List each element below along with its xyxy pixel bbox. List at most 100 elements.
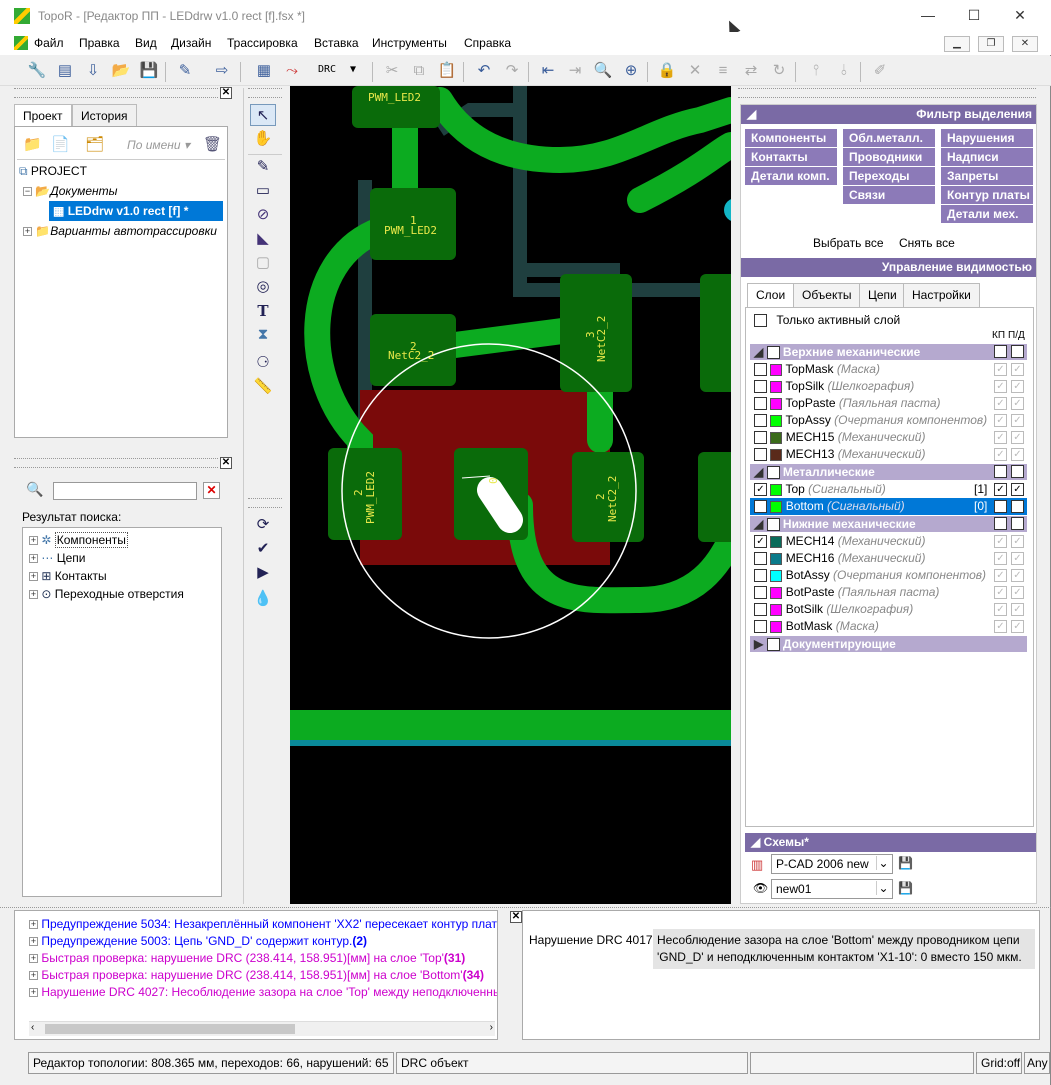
circle-shapes-icon[interactable]: ◎: [250, 276, 276, 298]
layer-row[interactable]: TopMask (Маска) ✓ ✓: [750, 361, 1027, 378]
filter-mech-details[interactable]: Детали мех.: [941, 205, 1033, 223]
layer-kp-checkbox[interactable]: ✓: [994, 380, 1007, 393]
redo-icon[interactable]: ↷: [501, 60, 523, 82]
filter-wires[interactable]: Проводники: [843, 148, 935, 166]
message-row[interactable]: + Предупреждение 5003: Цепь 'GND_D' соде…: [29, 933, 497, 950]
layer-pd-checkbox[interactable]: ✓: [1011, 586, 1024, 599]
only-active-checkbox[interactable]: [754, 314, 767, 328]
layer-visible-checkbox[interactable]: [754, 586, 767, 600]
layer-kp-checkbox[interactable]: ✓: [994, 448, 1007, 461]
pan-hand-icon[interactable]: ✋: [250, 128, 276, 150]
layer-pd-checkbox[interactable]: ✓: [1011, 483, 1024, 496]
layer-pd-checkbox[interactable]: ✓: [1011, 397, 1024, 410]
layer-pd-checkbox[interactable]: ✓: [1011, 380, 1024, 393]
layer-visible-checkbox[interactable]: ✓: [754, 500, 767, 514]
layer-color-swatch[interactable]: [770, 483, 783, 496]
layer-pd-checkbox[interactable]: ✓: [1011, 603, 1024, 616]
mdi-close-button[interactable]: ✕: [1012, 36, 1038, 52]
search-input[interactable]: [53, 482, 197, 500]
wrench-icon[interactable]: 🔧: [26, 60, 48, 82]
close-detail-button[interactable]: ✕: [510, 911, 522, 923]
open-folder-icon[interactable]: 📂: [110, 60, 132, 82]
collapse-icon[interactable]: −: [23, 187, 32, 197]
expand-icon[interactable]: +: [23, 227, 32, 237]
layer-color-swatch[interactable]: [770, 397, 783, 410]
close-panel-button[interactable]: ✕: [220, 457, 232, 469]
layer-visible-checkbox[interactable]: [754, 448, 767, 462]
route-icon[interactable]: ⤳: [281, 60, 303, 82]
close-button[interactable]: ✕: [997, 0, 1043, 32]
layer-kp-checkbox[interactable]: ✓: [994, 414, 1007, 427]
collapse-triangle-icon[interactable]: ◢: [754, 517, 763, 531]
paste-icon[interactable]: 📋: [436, 60, 458, 82]
layer-kp-checkbox[interactable]: ✓: [994, 363, 1007, 376]
add-doc-icon[interactable]: 📄: [51, 135, 70, 153]
layer-kp-checkbox[interactable]: ✓: [994, 569, 1007, 582]
layer-color-swatch[interactable]: [770, 500, 783, 513]
filter-violations[interactable]: Нарушения: [941, 129, 1033, 147]
tab-settings[interactable]: Настройки: [903, 283, 980, 307]
rotate-icon[interactable]: ↻: [768, 60, 790, 82]
result-pins[interactable]: + ⊞ Контакты: [29, 566, 107, 586]
tree-root[interactable]: ⧉ PROJECT: [19, 161, 225, 181]
layer-visible-checkbox[interactable]: [754, 569, 767, 583]
layer-pd-checkbox[interactable]: ✓: [1011, 448, 1024, 461]
expand-icon[interactable]: +: [29, 971, 38, 981]
filter-pins[interactable]: Контакты: [745, 148, 837, 166]
clear-search-button[interactable]: ✕: [203, 482, 220, 499]
properties-icon[interactable]: 🗂: [85, 135, 104, 153]
layer-color-swatch[interactable]: [770, 414, 783, 427]
tab-nets[interactable]: Цепи: [859, 283, 906, 307]
layer-row[interactable]: BotPaste (Паяльная паста) ✓ ✓: [750, 584, 1027, 601]
layer-row[interactable]: BotMask (Маска) ✓ ✓: [750, 618, 1027, 635]
expand-icon[interactable]: +: [29, 536, 38, 546]
lock-icon[interactable]: 🔒: [656, 60, 678, 82]
status-any[interactable]: Any: [1024, 1052, 1050, 1074]
layer-kp-checkbox[interactable]: ✓: [994, 603, 1007, 616]
zoom-fit-icon[interactable]: ⊕: [620, 60, 642, 82]
layer-visible-checkbox[interactable]: [754, 397, 767, 411]
layer-kp-checkbox[interactable]: ✓: [994, 535, 1007, 548]
prohibit-icon[interactable]: ⊘: [250, 204, 276, 226]
filter-board-outline[interactable]: Контур платы: [941, 186, 1033, 204]
message-row[interactable]: + Быстрая проверка: нарушение DRC (238.4…: [29, 950, 497, 967]
layer-pd-checkbox[interactable]: ✓: [1011, 363, 1024, 376]
group-checkbox[interactable]: ✓: [766, 346, 780, 360]
scheme-select-2[interactable]: new01 ⌄: [771, 879, 893, 899]
rectangle-icon[interactable]: ▭: [250, 180, 276, 202]
flip-icon[interactable]: ⇄: [740, 60, 762, 82]
sort-dropdown[interactable]: По имени ▾: [127, 138, 190, 152]
select-all-button[interactable]: Выбрать все: [813, 236, 884, 250]
scroll-right-icon[interactable]: ›: [490, 1022, 493, 1033]
expand-icon[interactable]: +: [29, 554, 38, 564]
menu-routing[interactable]: Трассировка: [227, 36, 298, 50]
filter-labels[interactable]: Надписи: [941, 148, 1033, 166]
group-checkbox[interactable]: ✓: [766, 638, 780, 652]
expand-icon[interactable]: +: [29, 937, 38, 947]
only-active-layer-row[interactable]: Только активный слой: [754, 312, 900, 329]
import-icon[interactable]: ⇩: [82, 60, 104, 82]
zoom-next-icon[interactable]: ⇥: [564, 60, 586, 82]
layer-color-swatch[interactable]: [770, 380, 783, 393]
layer-color-swatch[interactable]: [770, 603, 783, 616]
pcb-canvas[interactable]: PWM_LED2 1 PWM_LED2 2 NetC2_2 3 NetC2_2 …: [290, 86, 731, 904]
layer-group-header[interactable]: ◢ ✓ Верхние механические ✓ ✓: [750, 344, 1027, 360]
collapse-triangle-icon[interactable]: ◢: [754, 465, 763, 479]
copy-icon[interactable]: ⧉: [408, 60, 430, 82]
filter-metal-areas[interactable]: Обл.металл.: [843, 129, 935, 147]
layer-row[interactable]: MECH15 (Механический) ✓ ✓: [750, 429, 1027, 446]
layer-kp-checkbox[interactable]: ✓: [994, 500, 1007, 513]
message-row[interactable]: + Быстрая проверка: нарушение DRC (238.4…: [29, 967, 497, 984]
layer-visible-checkbox[interactable]: [754, 552, 767, 566]
probe-icon[interactable]: ⫯: [805, 60, 827, 82]
cut-icon[interactable]: ✂: [381, 60, 403, 82]
dimension-icon[interactable]: ⧗: [250, 324, 276, 346]
text-icon[interactable]: T: [250, 300, 276, 322]
layer-visible-checkbox[interactable]: [754, 363, 767, 377]
layer-kp-checkbox[interactable]: ✓: [994, 552, 1007, 565]
zoom-icon[interactable]: 🔍: [592, 60, 614, 82]
area-icon[interactable]: ▢: [250, 252, 276, 274]
probe2-icon[interactable]: ⫰: [833, 60, 855, 82]
save-scheme-2-icon[interactable]: 💾: [898, 881, 913, 895]
filter-components[interactable]: Компоненты: [745, 129, 837, 147]
